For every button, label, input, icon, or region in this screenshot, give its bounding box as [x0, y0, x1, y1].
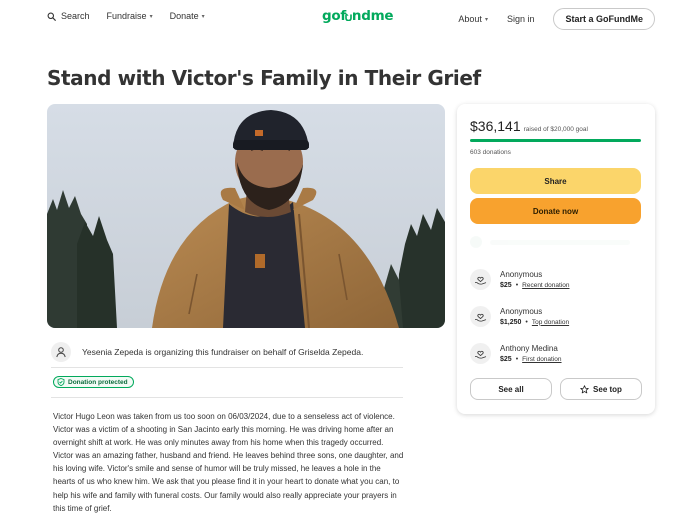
- donate-menu[interactable]: Donate ▾: [170, 11, 205, 21]
- amount-raised: $36,141: [470, 118, 521, 134]
- sign-in-link[interactable]: Sign in: [507, 14, 535, 24]
- separator-dot: •: [515, 355, 519, 363]
- page-title: Stand with Victor's Family in Their Grie…: [47, 66, 481, 90]
- donation-detail: $25 • First donation: [500, 356, 562, 363]
- donation-amount: $25: [500, 355, 512, 363]
- see-all-button[interactable]: See all: [470, 378, 552, 400]
- donation-tag-link[interactable]: Top donation: [532, 319, 569, 326]
- campaign-story: Victor Hugo Leon was taken from us too s…: [53, 412, 404, 513]
- see-top-button[interactable]: See top: [560, 378, 642, 400]
- separator-dot: •: [525, 318, 528, 326]
- faded-avatar: [470, 236, 482, 248]
- separator-dot: •: [515, 281, 519, 289]
- donation-text: Anonymous $1,250 • Top donation: [500, 307, 569, 326]
- donation-amount: $1,250: [500, 318, 522, 326]
- search-icon: [47, 12, 56, 21]
- progress-bar-fill: [470, 139, 641, 142]
- donation-item[interactable]: Anonymous $1,250 • Top donation: [470, 301, 641, 331]
- faded-line: [490, 239, 630, 245]
- nav-left: Search Fundraise ▾ Donate ▾: [47, 11, 222, 21]
- shield-check-icon: [57, 378, 65, 386]
- about-label: About: [458, 14, 482, 24]
- divider: [51, 367, 403, 368]
- sign-in-label: Sign in: [506, 14, 535, 24]
- faded-activity-row: [470, 235, 641, 249]
- hand-heart-icon: [470, 305, 491, 327]
- donor-name: Anonymous: [500, 269, 543, 279]
- logo-text-left: gof: [322, 8, 346, 24]
- donation-detail: $25 • Recent donation: [500, 282, 569, 289]
- about-menu[interactable]: About ▾: [458, 14, 488, 24]
- top-navigation: Search Fundraise ▾ Donate ▾ gof ndme Abo…: [0, 0, 700, 36]
- search-link[interactable]: Search: [47, 11, 90, 21]
- donation-tag-link[interactable]: Recent donation: [522, 282, 569, 289]
- chevron-down-icon: ▾: [149, 13, 153, 20]
- see-top-label: See top: [593, 384, 622, 394]
- user-icon: [51, 342, 71, 362]
- donor-name: Anthony Medina: [500, 343, 558, 353]
- share-button[interactable]: Share: [470, 168, 641, 194]
- campaign-photo-graphic: [47, 104, 445, 328]
- organizer-text: Yesenia Zepeda is organizing this fundra…: [82, 347, 364, 357]
- gofundme-logo[interactable]: gof ndme: [322, 8, 394, 24]
- donate-menu-label: Donate: [169, 11, 199, 21]
- donor-name: Anonymous: [500, 306, 543, 316]
- amount-row: $36,141 raised of $20,000 goal: [470, 118, 588, 134]
- campaign-photo[interactable]: [47, 104, 445, 328]
- donation-item[interactable]: Anthony Medina $25 • First donation: [470, 338, 641, 368]
- donation-tag-link[interactable]: First donation: [522, 356, 561, 363]
- nav-right: About ▾ Sign in Start a GoFundMe: [458, 8, 655, 30]
- badge-label: Donation protected: [68, 378, 128, 386]
- search-label: Search: [61, 11, 90, 21]
- divider: [51, 397, 403, 398]
- donation-protected-badge[interactable]: Donation protected: [53, 376, 134, 388]
- donation-text: Anthony Medina $25 • First donation: [500, 344, 562, 363]
- donation-detail: $1,250 • Top donation: [500, 319, 569, 326]
- start-gofundme-button[interactable]: Start a GoFundMe: [553, 8, 655, 30]
- fundraise-label: Fundraise: [106, 11, 147, 21]
- star-icon: [580, 384, 589, 393]
- progress-bar: [470, 139, 641, 142]
- donation-item[interactable]: Anonymous $25 • Recent donation: [470, 264, 641, 294]
- donation-card: $36,141 raised of $20,000 goal 603 donat…: [457, 104, 655, 414]
- donate-now-button[interactable]: Donate now: [470, 198, 641, 224]
- hand-heart-icon: [470, 342, 491, 364]
- fundraise-menu[interactable]: Fundraise ▾: [107, 11, 153, 21]
- chevron-down-icon: ▾: [201, 13, 205, 20]
- chevron-down-icon: ▾: [484, 16, 488, 23]
- logo-text-right: ndme: [351, 8, 394, 24]
- donation-text: Anonymous $25 • Recent donation: [500, 270, 569, 289]
- hand-heart-icon: [470, 268, 491, 290]
- goal-text: raised of $20,000 goal: [523, 126, 588, 133]
- organizer-row: Yesenia Zepeda is organizing this fundra…: [51, 337, 403, 367]
- donation-amount: $25: [500, 281, 512, 289]
- donations-count: 603 donations: [470, 149, 511, 156]
- see-all-label: See all: [498, 384, 524, 394]
